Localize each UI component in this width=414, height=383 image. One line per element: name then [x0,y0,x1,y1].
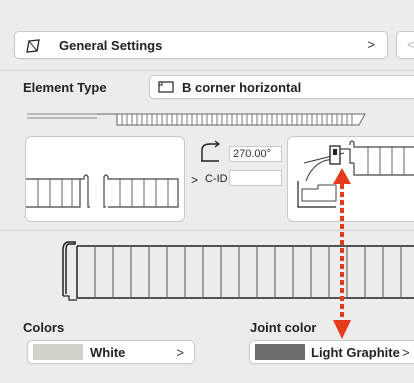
general-settings-button[interactable]: General Settings > [14,31,388,59]
angle-field[interactable]: 270.00° [229,146,282,162]
element-type-value: B corner horizontal [182,80,302,95]
red-double-arrow-icon [330,168,354,340]
settings-rotated-square-icon [25,38,41,54]
chevron-right-icon: > [176,345,184,360]
joint-color-label: Joint color [250,320,317,335]
colors-label: Colors [23,320,65,335]
chevron-right-icon: > [402,345,410,360]
profile-preview-panel[interactable] [25,136,185,222]
angle-value: 270.00° [233,148,272,160]
colors-value: White [90,345,126,360]
joint-color-value: Light Graphite [311,345,400,360]
nav-back-button[interactable]: < [396,31,414,59]
rotation-arrow-icon: > [191,173,199,187]
chevron-right-icon: > [367,37,375,52]
colors-select[interactable]: White > [27,340,195,364]
element-type-label: Element Type [23,80,107,95]
color-swatch [33,344,83,360]
corner-profile-icon [158,81,174,94]
panel-cross-section [55,238,414,304]
separator [0,70,414,71]
chevron-left-icon: < [407,37,414,52]
element-type-select[interactable]: B corner horizontal [149,75,414,99]
joint-color-select[interactable]: Light Graphite > [249,340,414,364]
cid-label: C-ID [205,173,228,185]
general-settings-title: General Settings [59,38,163,53]
cid-field[interactable] [229,170,282,186]
rotation-angle-icon[interactable] [198,140,222,164]
joint-color-swatch [255,344,305,360]
strip-preview [27,108,377,130]
